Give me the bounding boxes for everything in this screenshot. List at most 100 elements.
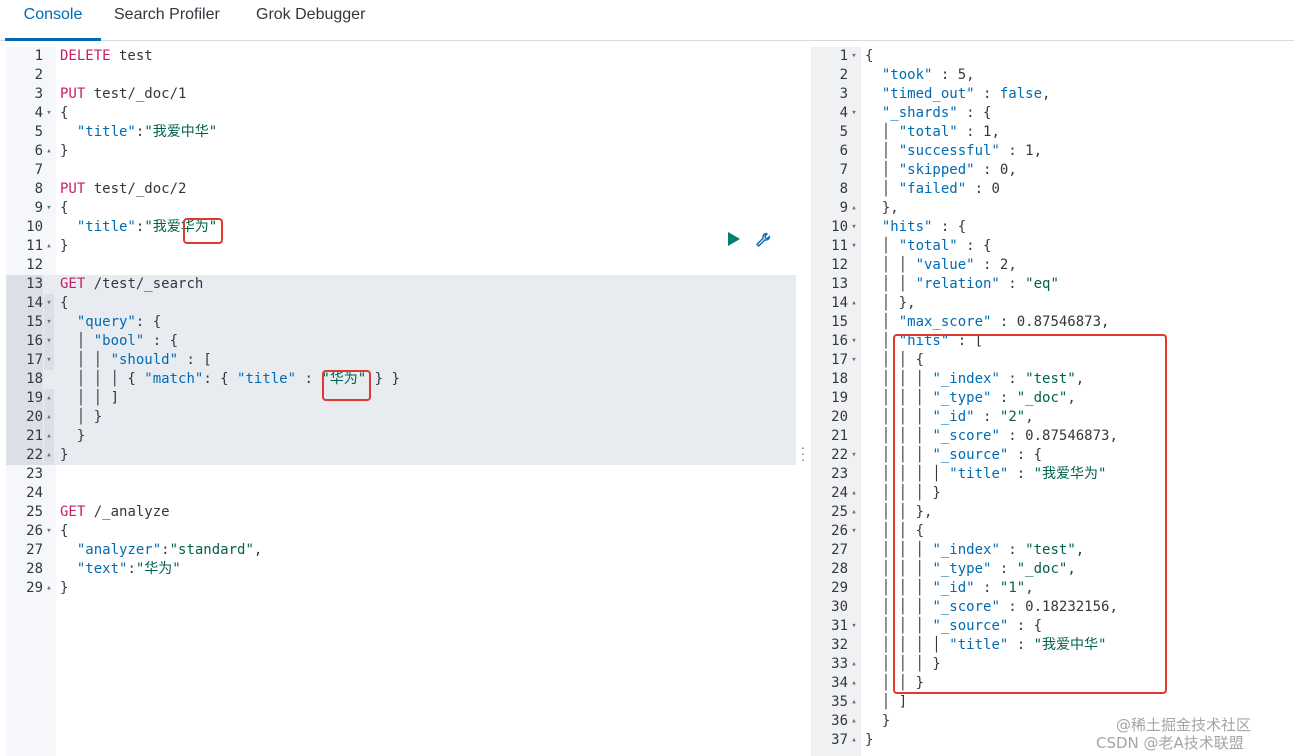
line-number: 7 — [34, 162, 43, 178]
fold-toggle-icon[interactable]: ▾ — [849, 237, 859, 256]
fold-toggle-icon[interactable]: ▾ — [44, 294, 54, 313]
code-text: │ ] — [865, 694, 908, 710]
fold-toggle-icon[interactable]: ▾ — [849, 446, 859, 465]
request-line: 23 — [6, 465, 796, 484]
code-text: } — [60, 447, 69, 463]
line-number: 34 — [831, 675, 848, 691]
fold-toggle-icon[interactable]: ▾ — [849, 617, 859, 636]
fold-toggle-icon[interactable]: ▴ — [849, 294, 859, 313]
code-text: │ │ │ "_type" : "_doc", — [865, 390, 1076, 406]
fold-toggle-icon[interactable]: ▾ — [849, 332, 859, 351]
code-text: │ │ │ "_type" : "_doc", — [865, 561, 1076, 577]
fold-toggle-icon[interactable]: ▴ — [44, 579, 54, 598]
fold-toggle-icon[interactable]: ▾ — [44, 104, 54, 123]
pane-resize-handle[interactable]: · · · — [798, 440, 808, 466]
code-text: "analyzer":"standard", — [76, 542, 263, 558]
line-number: 19 — [6, 389, 43, 408]
code-text: │ │ │ │ "title" : "我爱中华" — [865, 637, 1107, 653]
line-number: 14 — [6, 294, 43, 313]
tab-console[interactable]: Console — [5, 0, 101, 41]
response-line: 28 │ │ │ "_type" : "_doc", — [811, 560, 1294, 579]
line-number: 15 — [831, 314, 848, 330]
fold-toggle-icon[interactable]: ▴ — [849, 712, 859, 731]
code-text: │ "total" : { — [865, 238, 992, 254]
fold-toggle-icon[interactable]: ▴ — [44, 446, 54, 465]
code-text: │ │ "relation" : "eq" — [865, 276, 1059, 292]
line-number: 12 — [26, 257, 43, 273]
response-line: 1 ▾ { — [811, 47, 1294, 66]
fold-toggle-icon[interactable]: ▴ — [44, 427, 54, 446]
fold-toggle-icon[interactable]: ▾ — [44, 351, 54, 370]
line-number: 23 — [26, 466, 43, 482]
request-line: 5 "title":"我爱中华" — [6, 123, 796, 142]
response-line: 16 ▾ │ "hits" : [ — [811, 332, 1294, 351]
fold-toggle-icon[interactable]: ▾ — [849, 104, 859, 123]
fold-toggle-icon[interactable]: ▾ — [44, 522, 54, 541]
code-text: "title":"我爱中华" — [76, 124, 218, 140]
line-number: 15 — [6, 313, 43, 332]
code-text: "_shards" : { — [881, 105, 992, 121]
code-text: "timed_out" : false, — [881, 86, 1051, 102]
line-number: 25 — [26, 504, 43, 520]
code-text: │ │ │ } — [865, 656, 941, 672]
response-lines: 1 ▾{2 "took" : 5, 3 "timed_out" : false, 4 ▾… — [811, 47, 1294, 750]
line-number: 2 — [839, 67, 848, 83]
fold-toggle-icon[interactable]: ▴ — [849, 484, 859, 503]
code-text: │ │ "value" : 2, — [865, 257, 1017, 273]
response-editor: 1 ▾{2 "took" : 5, 3 "timed_out" : false, 4 ▾… — [811, 47, 1294, 756]
tab-search-profiler[interactable]: Search Profiler — [114, 0, 220, 38]
response-line: 35 ▴ │ ] — [811, 693, 1294, 712]
line-number: 32 — [831, 637, 848, 653]
line-number: 26 — [26, 523, 43, 539]
code-text: │ │ │ │ "title" : "我爱华为" — [865, 466, 1107, 482]
request-line: 18 │ │ │ { "match": { "title" : "华为" } } — [6, 370, 796, 389]
play-icon[interactable] — [728, 232, 740, 246]
line-number: 33 — [831, 656, 848, 672]
line-number: 10 — [831, 219, 848, 235]
response-line: 14 ▴ │ }, — [811, 294, 1294, 313]
code-text: │ │ │ "_source" : { — [865, 447, 1043, 463]
fold-toggle-icon[interactable]: ▾ — [849, 47, 859, 66]
line-number: 12 — [831, 257, 848, 273]
code-text: │ │ │ "_source" : { — [865, 618, 1043, 634]
fold-toggle-icon[interactable]: ▴ — [849, 655, 859, 674]
code-text: } — [60, 580, 69, 596]
fold-toggle-icon[interactable]: ▴ — [849, 199, 859, 218]
request-editor[interactable]: 1 DELETE test 2 3 PUT test/_doc/1 4 ▾{5 "title… — [6, 47, 796, 756]
request-line: 2 — [6, 66, 796, 85]
line-number: 7 — [839, 162, 848, 178]
response-line: 3 "timed_out" : false, — [811, 85, 1294, 104]
fold-toggle-icon[interactable]: ▴ — [44, 389, 54, 408]
fold-toggle-icon[interactable]: ▾ — [849, 351, 859, 370]
request-line: 16 ▾ │ "bool" : { — [6, 332, 796, 351]
code-text: }, — [865, 200, 899, 216]
code-text: "title":"我爱华为" — [76, 219, 218, 235]
fold-toggle-icon[interactable]: ▴ — [44, 142, 54, 161]
code-text: │ │ }, — [865, 504, 933, 520]
code-text: │ } — [60, 409, 103, 425]
fold-toggle-icon[interactable]: ▾ — [849, 522, 859, 541]
line-number: 17 — [6, 351, 43, 370]
fold-toggle-icon[interactable]: ▾ — [849, 218, 859, 237]
tab-grok-debugger[interactable]: Grok Debugger — [256, 0, 365, 38]
fold-toggle-icon[interactable]: ▴ — [849, 674, 859, 693]
response-line: 11 ▾ │ "total" : { — [811, 237, 1294, 256]
response-line: 31 ▾ │ │ │ "_source" : { — [811, 617, 1294, 636]
fold-toggle-icon[interactable]: ▴ — [849, 503, 859, 522]
fold-toggle-icon[interactable]: ▾ — [44, 332, 54, 351]
fold-toggle-icon[interactable]: ▴ — [849, 693, 859, 712]
code-text: { — [60, 295, 69, 311]
fold-toggle-icon[interactable]: ▴ — [44, 408, 54, 427]
line-number: 11 — [26, 238, 43, 254]
wrench-icon[interactable] — [754, 231, 772, 249]
fold-toggle-icon[interactable]: ▾ — [44, 313, 54, 332]
fold-toggle-icon[interactable]: ▾ — [44, 199, 54, 218]
watermark-line2: CSDN @老A技术联盟 — [1096, 734, 1244, 752]
request-line: 6 ▴} — [6, 142, 796, 161]
code-text: │ │ │ "_index" : "test", — [865, 542, 1085, 558]
fold-toggle-icon[interactable]: ▴ — [849, 731, 859, 750]
fold-toggle-icon[interactable]: ▴ — [44, 237, 54, 256]
line-number: 9 — [34, 200, 43, 216]
line-number: 3 — [34, 86, 43, 102]
line-number: 24 — [831, 485, 848, 501]
